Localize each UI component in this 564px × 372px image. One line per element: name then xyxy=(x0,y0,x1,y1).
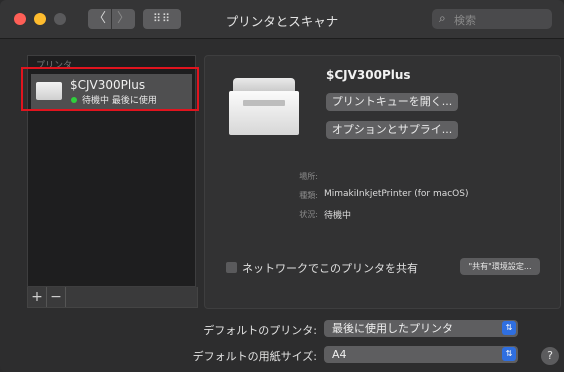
add-printer-button[interactable]: + xyxy=(28,287,47,307)
default-paper-value: A4 xyxy=(332,348,347,361)
selection-highlight-annotation xyxy=(21,67,199,111)
status-label: 状況: xyxy=(299,210,318,219)
share-printer-label: ネットワークでこのプリンタを共有 xyxy=(242,262,418,275)
add-remove-bar: + − xyxy=(27,287,198,308)
kind-value: MimakiInkjetPrinter (for macOS) xyxy=(324,189,469,199)
printers-scanners-window: 〈 〉 ⠿⠿ プリンタとスキャナ ⌕ 検索 プリンタ $CJV300Plus 待… xyxy=(0,0,564,372)
help-button[interactable]: ? xyxy=(541,347,559,365)
search-placeholder: 検索 xyxy=(454,14,476,27)
default-printer-popup[interactable]: 最後に使用したプリンタ ⇅ xyxy=(324,320,518,337)
default-paper-label: デフォルトの用紙サイズ: xyxy=(192,350,317,363)
default-paper-popup[interactable]: A4 ⇅ xyxy=(324,346,518,363)
options-supplies-button[interactable]: オプションとサプライ... xyxy=(326,121,458,139)
open-print-queue-button[interactable]: プリントキューを開く... xyxy=(326,93,458,111)
updown-chevron-icon: ⇅ xyxy=(502,321,516,335)
search-input[interactable]: ⌕ 検索 xyxy=(432,9,552,29)
sharing-preferences-button[interactable]: "共有"環境設定... xyxy=(460,258,540,275)
share-printer-checkbox[interactable] xyxy=(226,262,237,273)
title-bar: 〈 〉 ⠿⠿ プリンタとスキャナ ⌕ 検索 xyxy=(0,0,564,39)
search-icon: ⌕ xyxy=(439,11,446,25)
default-printer-value: 最後に使用したプリンタ xyxy=(332,322,453,335)
status-value: 待機中 xyxy=(324,211,352,221)
default-printer-label: デフォルトのプリンタ: xyxy=(203,324,317,337)
printer-detail-name: $CJV300Plus xyxy=(326,68,411,82)
kind-label: 種類: xyxy=(299,191,318,200)
printer-image-icon xyxy=(229,78,299,140)
updown-chevron-icon: ⇅ xyxy=(502,347,516,361)
location-label: 場所: xyxy=(299,172,318,181)
remove-printer-button[interactable]: − xyxy=(47,287,66,307)
